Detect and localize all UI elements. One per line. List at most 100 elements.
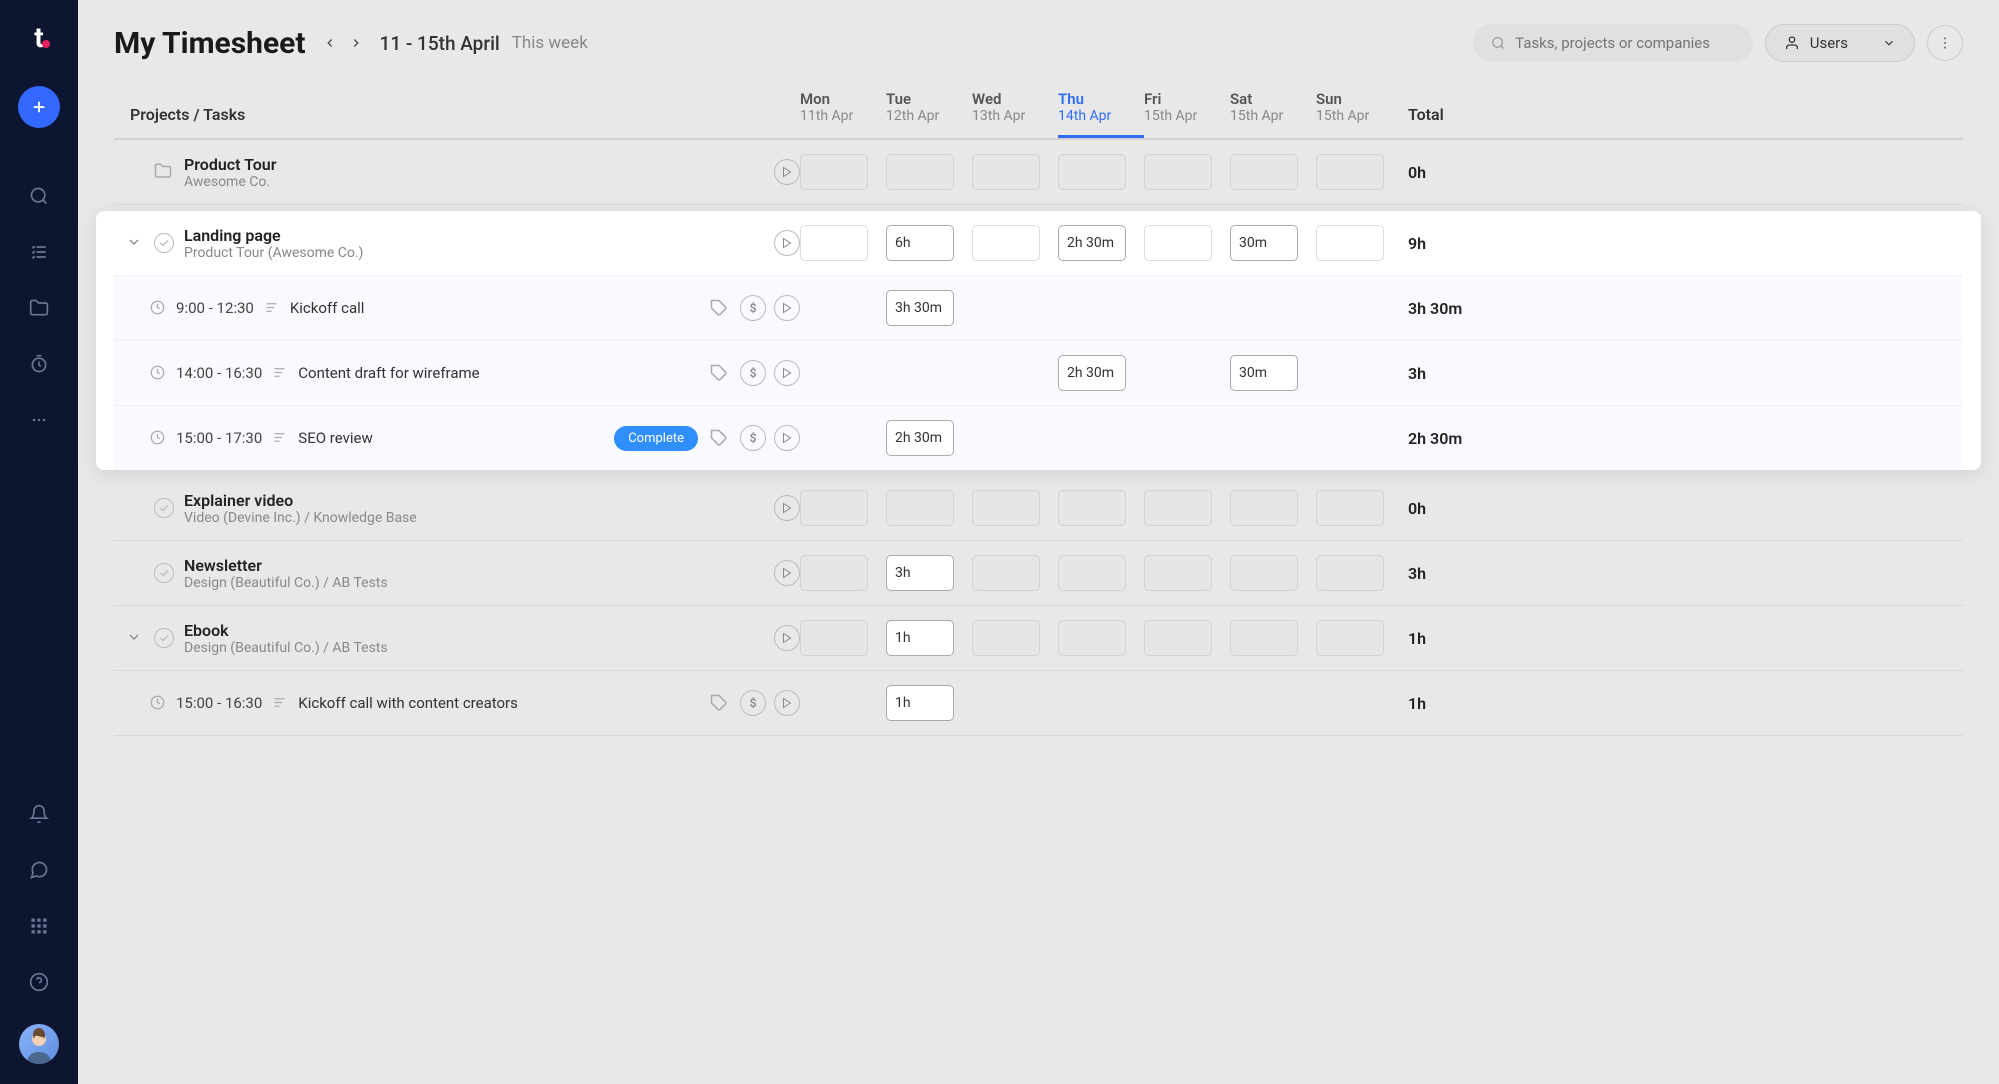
time-cell[interactable]: [886, 154, 954, 190]
time-cell[interactable]: [1058, 620, 1126, 656]
row-total: 1h: [1402, 629, 1474, 648]
time-cell[interactable]: [972, 225, 1040, 261]
time-cell[interactable]: 6h: [886, 225, 954, 261]
bell-icon[interactable]: [27, 802, 51, 826]
billable-button[interactable]: $: [740, 690, 766, 716]
time-cell[interactable]: [800, 620, 868, 656]
task-title: Ebook: [184, 621, 388, 640]
billable-button[interactable]: $: [740, 295, 766, 321]
billable-button[interactable]: $: [740, 425, 766, 451]
tag-button[interactable]: [706, 690, 732, 716]
task-row: Explainer video Video (Devine Inc.) / Kn…: [114, 476, 1963, 541]
column-total: Total: [1402, 105, 1474, 124]
time-cell[interactable]: 2h 30m: [1058, 225, 1126, 261]
sub-row: 15:00 - 16:30 Kickoff call with content …: [114, 671, 1963, 736]
add-button[interactable]: [18, 86, 60, 128]
check-circle[interactable]: [154, 498, 174, 518]
time-cell[interactable]: [1316, 490, 1384, 526]
time-cell[interactable]: [1144, 620, 1212, 656]
more-icon[interactable]: [27, 408, 51, 432]
day-header-tue[interactable]: Tue12th Apr: [886, 90, 972, 124]
play-button[interactable]: [774, 159, 800, 185]
check-circle[interactable]: [154, 563, 174, 583]
time-cell[interactable]: [972, 490, 1040, 526]
chevron-down-icon[interactable]: [126, 629, 144, 647]
time-cell[interactable]: [1058, 555, 1126, 591]
task-title: Landing page: [184, 226, 363, 245]
search-icon[interactable]: [27, 184, 51, 208]
day-header-thu[interactable]: Thu14th Apr: [1058, 90, 1144, 138]
billable-button[interactable]: $: [740, 360, 766, 386]
time-cell[interactable]: 30m: [1230, 355, 1298, 391]
time-cell[interactable]: [1230, 555, 1298, 591]
next-week-button[interactable]: [346, 33, 366, 53]
time-cell[interactable]: [1316, 225, 1384, 261]
tag-button[interactable]: [706, 360, 732, 386]
time-cell[interactable]: [972, 154, 1040, 190]
time-cell[interactable]: [1316, 555, 1384, 591]
search-box[interactable]: [1473, 24, 1753, 62]
time-cell[interactable]: [1316, 154, 1384, 190]
play-button[interactable]: [774, 295, 800, 321]
day-header-sun[interactable]: Sun15th Apr: [1316, 90, 1402, 124]
time-cell[interactable]: [1144, 490, 1212, 526]
avatar[interactable]: [19, 1024, 59, 1064]
time-cell[interactable]: 30m: [1230, 225, 1298, 261]
time-cell[interactable]: [972, 555, 1040, 591]
tag-button[interactable]: [706, 425, 732, 451]
sidebar: t: [0, 0, 78, 1084]
day-header-fri[interactable]: Fri15th Apr: [1144, 90, 1230, 124]
tag-button[interactable]: [706, 295, 732, 321]
timer-icon[interactable]: [27, 352, 51, 376]
time-cell[interactable]: 2h 30m: [886, 420, 954, 456]
column-tasks: Projects / Tasks: [126, 105, 800, 124]
time-cell[interactable]: [1316, 620, 1384, 656]
play-button[interactable]: [774, 230, 800, 256]
time-cell[interactable]: [800, 555, 868, 591]
time-range: 9:00 - 12:30: [176, 299, 254, 317]
day-header-wed[interactable]: Wed13th Apr: [972, 90, 1058, 124]
chat-icon[interactable]: [27, 858, 51, 882]
time-cell[interactable]: 3h: [886, 555, 954, 591]
time-cell[interactable]: [800, 154, 868, 190]
time-cell[interactable]: [800, 490, 868, 526]
time-cell[interactable]: [1230, 490, 1298, 526]
play-button[interactable]: [774, 360, 800, 386]
play-button[interactable]: [774, 560, 800, 586]
time-cell[interactable]: [1230, 620, 1298, 656]
prev-week-button[interactable]: [320, 33, 340, 53]
more-button[interactable]: [1927, 25, 1963, 61]
tasks-icon[interactable]: [27, 240, 51, 264]
time-cell[interactable]: [1144, 154, 1212, 190]
check-circle[interactable]: [154, 233, 174, 253]
folder-icon[interactable]: [27, 296, 51, 320]
chevron-down-icon[interactable]: [126, 234, 144, 252]
time-cell[interactable]: 3h 30m: [886, 290, 954, 326]
search-icon: [1491, 35, 1505, 51]
day-header-sat[interactable]: Sat15th Apr: [1230, 90, 1316, 124]
time-cell[interactable]: [972, 620, 1040, 656]
time-cell[interactable]: [800, 225, 868, 261]
time-cell[interactable]: [886, 490, 954, 526]
play-button[interactable]: [774, 625, 800, 651]
play-button[interactable]: [774, 425, 800, 451]
time-cell[interactable]: 1h: [886, 685, 954, 721]
day-header-mon[interactable]: Mon11th Apr: [800, 90, 886, 124]
help-icon[interactable]: [27, 970, 51, 994]
time-cell[interactable]: [1058, 490, 1126, 526]
time-cell[interactable]: [1144, 225, 1212, 261]
play-button[interactable]: [774, 495, 800, 521]
grid-icon[interactable]: [27, 914, 51, 938]
time-cell[interactable]: 1h: [886, 620, 954, 656]
time-cell[interactable]: [1144, 555, 1212, 591]
check-circle[interactable]: [154, 628, 174, 648]
play-button[interactable]: [774, 690, 800, 716]
search-input[interactable]: [1515, 34, 1735, 52]
notes-icon: [272, 430, 288, 446]
time-cell[interactable]: 2h 30m: [1058, 355, 1126, 391]
time-cell[interactable]: [1058, 154, 1126, 190]
clock-icon: [150, 430, 166, 446]
logo[interactable]: t: [20, 18, 58, 56]
time-cell[interactable]: [1230, 154, 1298, 190]
users-dropdown[interactable]: Users: [1765, 24, 1915, 62]
